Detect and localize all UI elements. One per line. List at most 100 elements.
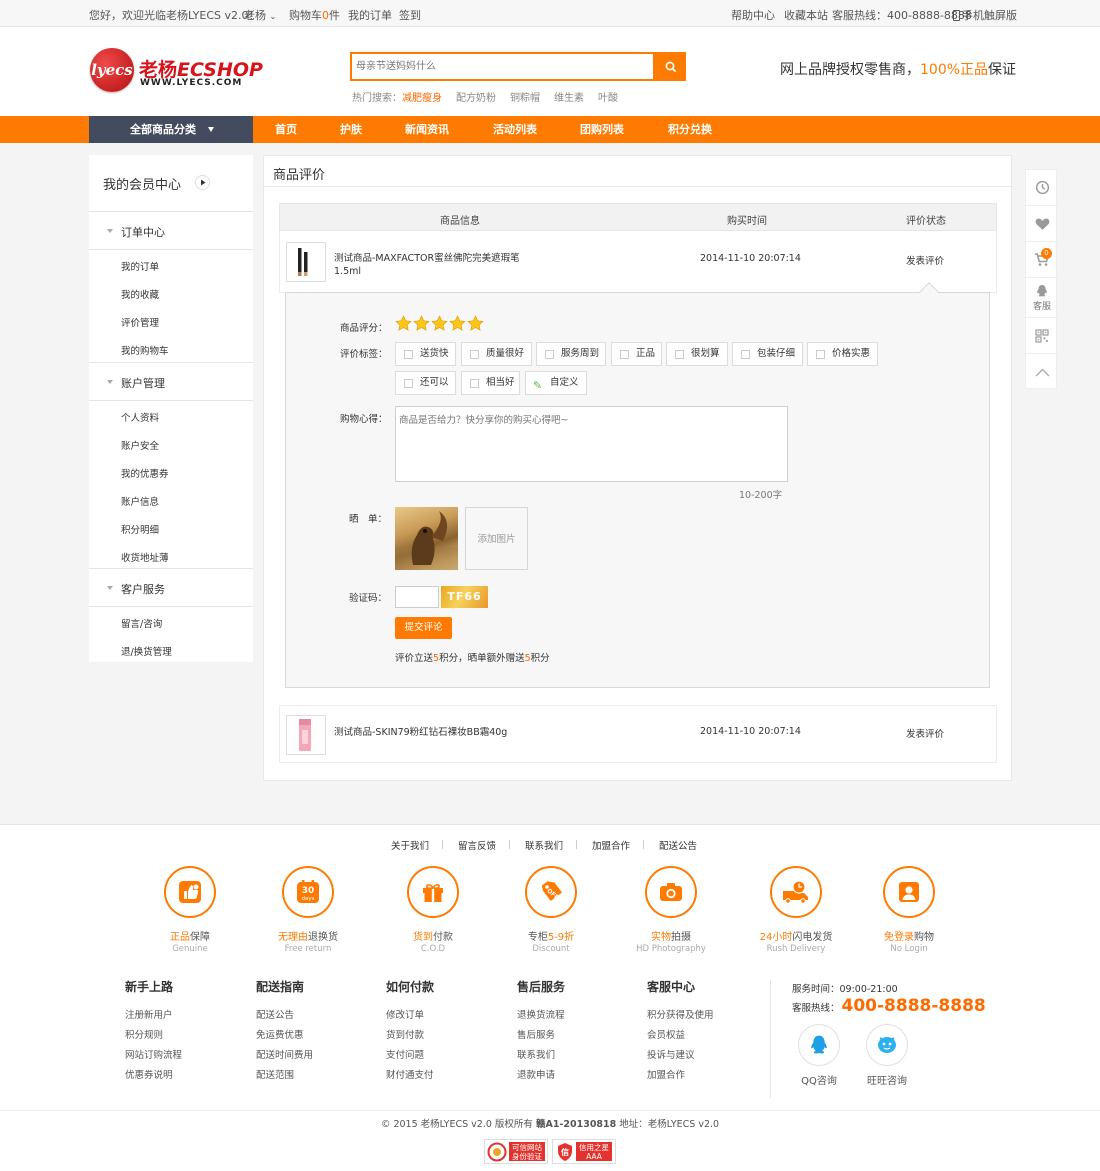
sidebar-item-account-info[interactable]: 账户信息 bbox=[121, 494, 159, 508]
hot-term[interactable]: 叶酸 bbox=[598, 93, 618, 104]
star-icon[interactable] bbox=[449, 315, 466, 332]
mobile-version-link[interactable]: 手机触屏版 bbox=[953, 7, 1017, 23]
nav-item-news[interactable]: 新闻资讯 bbox=[405, 116, 449, 143]
experience-textarea[interactable] bbox=[395, 406, 788, 482]
footer-column-link[interactable]: 财付通支付 bbox=[386, 1066, 434, 1086]
qq-consult-button[interactable]: QQ咨询 bbox=[789, 1024, 849, 1087]
product-thumbnail[interactable] bbox=[286, 242, 326, 282]
footer-column-link[interactable]: 售后服务 bbox=[517, 1026, 565, 1046]
captcha-image[interactable]: TF66 bbox=[441, 586, 488, 608]
nav-item-activities[interactable]: 活动列表 bbox=[493, 116, 537, 143]
product-thumbnail[interactable] bbox=[286, 715, 326, 755]
footer-column-link[interactable]: 优惠券说明 bbox=[125, 1066, 182, 1086]
sidebar-item-messages[interactable]: 留言/咨询 bbox=[121, 616, 162, 630]
sidebar-item-points[interactable]: 积分明细 bbox=[121, 522, 159, 536]
review-status-link[interactable]: 发表评价 bbox=[906, 253, 944, 267]
footer-column-link[interactable]: 积分获得及使用 bbox=[647, 1006, 714, 1026]
sidebar-item-favorites[interactable]: 我的收藏 bbox=[121, 287, 159, 301]
sidebar-item-reviews[interactable]: 评价管理 bbox=[121, 315, 159, 329]
back-to-top-button[interactable] bbox=[1026, 354, 1058, 390]
tag-good-value[interactable]: 很划算 bbox=[666, 342, 728, 366]
nav-item-home[interactable]: 首页 bbox=[275, 116, 297, 143]
footer-link-franchise[interactable]: 加盟合作 bbox=[592, 838, 630, 852]
footer-column-link[interactable]: 加盟合作 bbox=[647, 1066, 714, 1086]
footer-link-feedback[interactable]: 留言反馈 bbox=[458, 838, 496, 852]
credit-star-badge[interactable]: 信 信用之星 AAA bbox=[552, 1139, 616, 1164]
tag-fast-delivery[interactable]: 送货快 bbox=[395, 342, 456, 366]
captcha-input[interactable] bbox=[395, 586, 439, 608]
sidebar-item-addresses[interactable]: 收货地址薄 bbox=[121, 550, 169, 564]
star-icon[interactable] bbox=[431, 315, 448, 332]
add-photo-button[interactable]: 添加图片 bbox=[465, 507, 528, 570]
qr-code-button[interactable] bbox=[1026, 318, 1058, 354]
footer-column-link[interactable]: 联系我们 bbox=[517, 1046, 565, 1066]
footer-column-link[interactable]: 免运费优惠 bbox=[256, 1026, 313, 1046]
nav-item-groupbuy[interactable]: 团购列表 bbox=[580, 116, 624, 143]
cart-link[interactable]: 购物车0件 bbox=[289, 7, 340, 23]
sidebar-item-security[interactable]: 账户安全 bbox=[121, 438, 159, 452]
nav-item-skincare[interactable]: 护肤 bbox=[340, 116, 362, 143]
logo-badge[interactable]: lyecs bbox=[90, 48, 134, 92]
footer-column-link[interactable]: 退款申请 bbox=[517, 1066, 565, 1086]
footer-column-link[interactable]: 注册新用户 bbox=[125, 1006, 182, 1026]
footer-column-link[interactable]: 配送公告 bbox=[256, 1006, 313, 1026]
sidebar-item-my-orders[interactable]: 我的订单 bbox=[121, 259, 159, 273]
sidebar-item-profile[interactable]: 个人资料 bbox=[121, 410, 159, 424]
help-center-link[interactable]: 帮助中心 bbox=[731, 7, 775, 23]
footer-column-link[interactable]: 会员权益 bbox=[647, 1026, 714, 1046]
tag-fair-price[interactable]: 价格实惠 bbox=[807, 342, 878, 366]
sidebar-section-service[interactable]: 客户服务 bbox=[89, 568, 253, 607]
uploaded-photo[interactable] bbox=[395, 507, 458, 570]
tag-custom[interactable]: ✎ 自定义 bbox=[525, 371, 587, 395]
review-status-link[interactable]: 发表评价 bbox=[906, 726, 944, 740]
footer-column-link[interactable]: 退换货流程 bbox=[517, 1006, 565, 1026]
cart-button[interactable]: 0 bbox=[1026, 242, 1058, 278]
trusted-site-badge[interactable]: 可信网站 身份验证 bbox=[484, 1139, 548, 1164]
hot-term[interactable]: 铜粽帽 bbox=[510, 93, 540, 104]
tag-ok[interactable]: 还可以 bbox=[395, 371, 456, 395]
customer-service-button[interactable]: 客服 bbox=[1026, 278, 1058, 318]
hot-term[interactable]: 减肥瘦身 bbox=[402, 93, 442, 104]
submit-review-button[interactable]: 提交评论 bbox=[395, 617, 452, 639]
product-name[interactable]: 测试商品-SKIN79粉红钻石裸妆BB霜40g bbox=[334, 726, 507, 739]
footer-column-link[interactable]: 配送范围 bbox=[256, 1066, 313, 1086]
wangwang-consult-button[interactable]: 旺旺咨询 bbox=[857, 1024, 917, 1087]
footer-link-notice[interactable]: 配送公告 bbox=[659, 838, 697, 852]
product-name[interactable]: 测试商品-MAXFACTOR蜜丝佛陀完美遮瑕笔1.5ml bbox=[334, 252, 534, 278]
footer-column-link[interactable]: 积分规则 bbox=[125, 1026, 182, 1046]
hot-term[interactable]: 配方奶粉 bbox=[456, 93, 496, 104]
star-icon[interactable] bbox=[395, 315, 412, 332]
sidebar-item-coupons[interactable]: 我的优惠券 bbox=[121, 466, 169, 480]
footer-column-link[interactable]: 配送时间费用 bbox=[256, 1046, 313, 1066]
sidebar-item-returns[interactable]: 退/换货管理 bbox=[121, 644, 172, 658]
footer-column-link[interactable]: 修改订单 bbox=[386, 1006, 434, 1026]
tag-careful-packing[interactable]: 包装仔细 bbox=[732, 342, 803, 366]
footer-link-about[interactable]: 关于我们 bbox=[391, 838, 429, 852]
signin-link[interactable]: 签到 bbox=[399, 7, 421, 23]
footer-column-link[interactable]: 支付问题 bbox=[386, 1046, 434, 1066]
favorite-site-link[interactable]: 收藏本站 bbox=[784, 7, 828, 23]
sidebar-section-orders[interactable]: 订单中心 bbox=[89, 211, 253, 250]
star-icon[interactable] bbox=[467, 315, 484, 332]
favorites-button[interactable] bbox=[1026, 206, 1058, 242]
footer-column-link[interactable]: 投诉与建议 bbox=[647, 1046, 714, 1066]
sidebar-item-cart[interactable]: 我的购物车 bbox=[121, 343, 169, 357]
footer-column-link[interactable]: 货到付款 bbox=[386, 1026, 434, 1046]
tag-genuine[interactable]: 正品 bbox=[611, 342, 662, 366]
tag-quite-good[interactable]: 相当好 bbox=[461, 371, 520, 395]
hot-term[interactable]: 维生素 bbox=[554, 93, 584, 104]
user-menu[interactable]: 老杨 ⌄ bbox=[244, 7, 276, 23]
footer-column-link[interactable]: 网站订购流程 bbox=[125, 1046, 182, 1066]
star-icon[interactable] bbox=[413, 315, 430, 332]
footer-link-contact[interactable]: 联系我们 bbox=[525, 838, 563, 852]
search-input[interactable] bbox=[352, 54, 653, 79]
tag-good-quality[interactable]: 质量很好 bbox=[461, 342, 532, 366]
all-categories-button[interactable]: 全部商品分类 bbox=[89, 116, 253, 143]
tag-good-service[interactable]: 服务周到 bbox=[536, 342, 606, 366]
history-button[interactable] bbox=[1026, 170, 1058, 206]
my-orders-link[interactable]: 我的订单 bbox=[348, 7, 392, 23]
play-icon[interactable] bbox=[195, 175, 210, 190]
search-button[interactable] bbox=[655, 52, 686, 81]
nav-item-points[interactable]: 积分兑换 bbox=[668, 116, 712, 143]
sidebar-section-account[interactable]: 账户管理 bbox=[89, 362, 253, 401]
